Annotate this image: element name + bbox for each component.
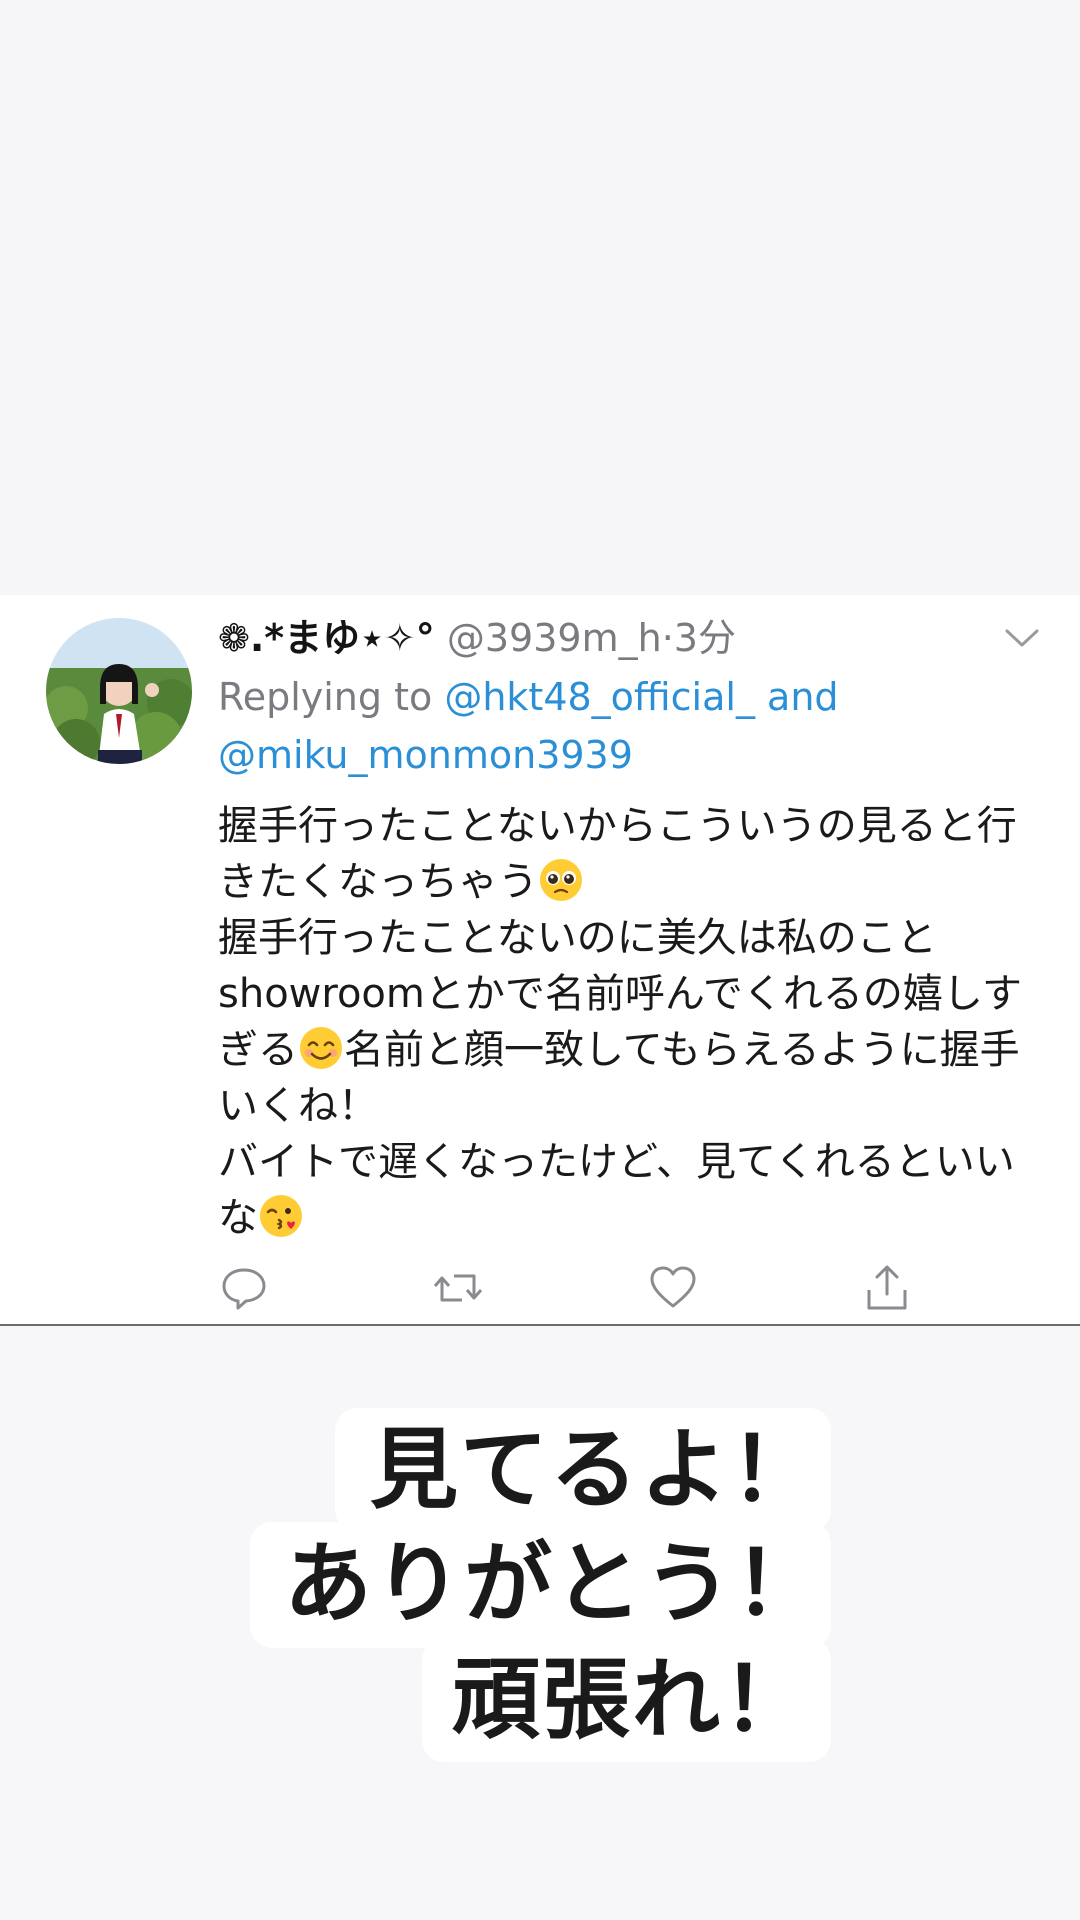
user-handle[interactable]: @3939m_h — [447, 616, 662, 660]
replying-prefix: Replying to — [218, 675, 433, 719]
chevron-down-icon[interactable] — [1004, 626, 1040, 650]
reply-icon[interactable] — [218, 1262, 270, 1314]
heart-icon[interactable] — [647, 1262, 699, 1314]
overlay-text-line: 見てるよ！ — [370, 1418, 821, 1521]
replying-to: Replying to @hkt48_official_ and @miku_m… — [218, 668, 1018, 784]
overlay-text-line: 頑張れ！ — [452, 1648, 813, 1751]
story-background-top — [0, 0, 1080, 595]
overlay-text-line: ありがとう！ — [284, 1532, 825, 1635]
retweet-icon[interactable] — [432, 1262, 484, 1314]
tweet-text-part: 握手行ったことないからこういうの見ると行きたくなっちゃう — [218, 803, 1017, 905]
share-icon[interactable] — [861, 1262, 913, 1314]
face-blowing-kiss-emoji — [258, 1193, 304, 1239]
tweet-header: ❁.*まゆ⋆✧° @3939m_h·3分 — [218, 612, 1018, 664]
display-name[interactable]: ❁.*まゆ⋆✧° — [218, 616, 435, 660]
pleading-face-emoji — [538, 857, 584, 903]
reply-mention-link[interactable]: @hkt48_official_ — [444, 675, 755, 719]
avatar[interactable] — [46, 618, 192, 764]
separator-dot: · — [661, 616, 674, 660]
reply-and-link[interactable]: and — [767, 675, 839, 719]
timestamp: 3分 — [673, 616, 736, 660]
tweet-text: 握手行ったことないからこういうの見ると行きたくなっちゃう 握手行ったことないのに… — [218, 798, 1038, 1246]
tweet-actions — [0, 1262, 1080, 1314]
reply-mention-link[interactable]: @miku_monmon3939 — [218, 733, 633, 777]
smiling-face-emoji — [298, 1025, 344, 1071]
